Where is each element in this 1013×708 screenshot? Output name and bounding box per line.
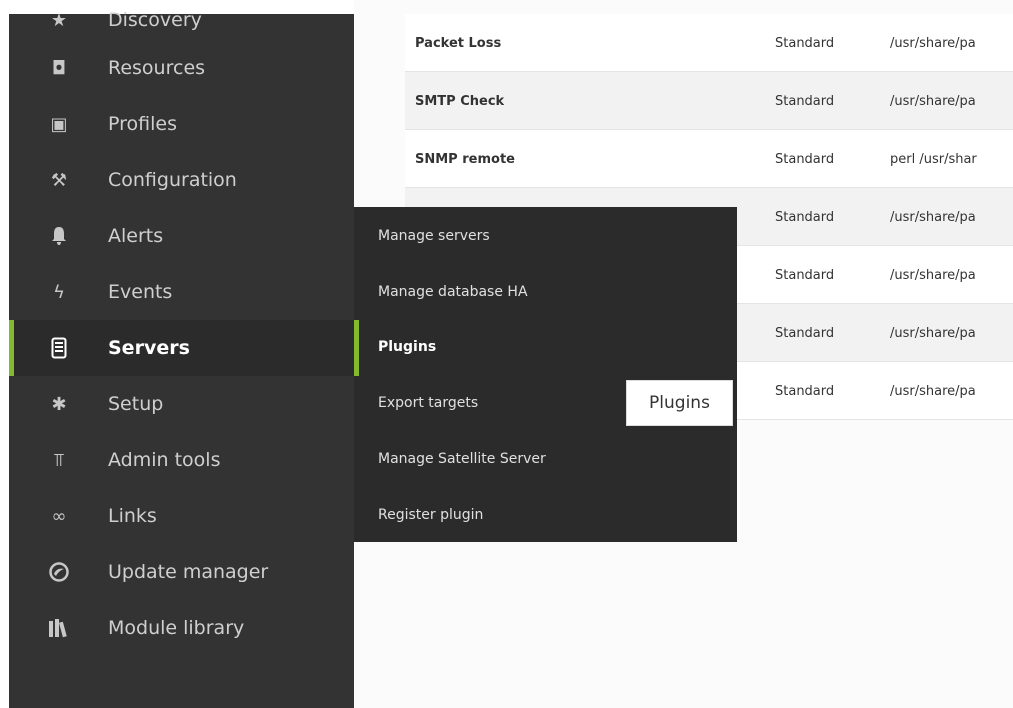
plugin-command: /usr/share/pa — [890, 94, 976, 109]
plugin-command: perl /usr/shar — [890, 152, 977, 167]
plugin-command: /usr/share/pa — [890, 268, 976, 283]
sidebar-item-alerts[interactable]: Alerts — [9, 208, 354, 264]
plugin-name[interactable]: Packet Loss — [415, 36, 501, 51]
active-indicator — [9, 320, 14, 376]
sidebar-item-label: Configuration — [108, 169, 237, 191]
sidebar-item-label: Discovery — [108, 9, 202, 31]
profile-icon: ▣ — [50, 113, 68, 135]
resources-icon: ◘ — [51, 57, 67, 79]
table-row[interactable]: Packet Loss Standard /usr/share/pa — [405, 14, 1013, 72]
table-row[interactable]: SNMP remote Standard perl /usr/shar — [405, 130, 1013, 188]
link-icon: ∞ — [51, 505, 67, 527]
left-margin — [0, 0, 9, 708]
sidebar-item-label: Events — [108, 281, 173, 303]
submenu-item-label: Manage database HA — [378, 284, 528, 300]
plugin-type: Standard — [775, 94, 835, 109]
plugin-type: Standard — [775, 268, 835, 283]
sidebar-item-resources[interactable]: ◘ Resources — [9, 40, 354, 96]
submenu-item-label: Register plugin — [378, 507, 484, 523]
gear-icon: ✱ — [51, 393, 67, 415]
submenu-item-manage-database-ha[interactable]: Manage database HA — [354, 265, 737, 321]
sidebar-menu: ★ Discovery ◘ Resources ▣ Profiles ⚒ Con… — [9, 9, 354, 708]
plugin-name[interactable]: SNMP remote — [415, 152, 515, 167]
submenu-item-label: Manage Satellite Server — [378, 451, 546, 467]
submenu-item-manage-satellite-server[interactable]: Manage Satellite Server — [354, 432, 737, 488]
plugin-type: Standard — [775, 210, 835, 225]
sidebar-item-admin-tools[interactable]: ⫪ Admin tools — [9, 432, 354, 488]
lightning-icon: ϟ — [53, 281, 65, 303]
servers-submenu: Manage servers Manage database HA Plugin… — [354, 207, 737, 542]
active-indicator — [354, 320, 359, 376]
sidebar-item-label: Alerts — [108, 225, 164, 247]
sidebar-item-profiles[interactable]: ▣ Profiles — [9, 96, 354, 152]
plugin-name[interactable]: SMTP Check — [415, 94, 504, 109]
sidebar-item-update-manager[interactable]: Update manager — [9, 544, 354, 600]
admin-tools-icon: ⫪ — [53, 449, 65, 471]
sidebar-item-label: Setup — [108, 393, 164, 415]
submenu-item-label: Manage servers — [378, 228, 490, 244]
sidebar-item-module-library[interactable]: Module library — [9, 600, 354, 656]
tooltip: Plugins — [626, 380, 733, 426]
sidebar-item-setup[interactable]: ✱ Setup — [9, 376, 354, 432]
submenu-item-plugins[interactable]: Plugins — [354, 320, 737, 376]
sidebar-item-label: Links — [108, 505, 157, 527]
update-icon — [47, 560, 71, 584]
table-row[interactable]: SMTP Check Standard /usr/share/pa — [405, 72, 1013, 130]
plugin-type: Standard — [775, 36, 835, 51]
plugin-command: /usr/share/pa — [890, 384, 976, 399]
sidebar-item-label: Resources — [108, 57, 206, 79]
sidebar-item-events[interactable]: ϟ Events — [9, 264, 354, 320]
sidebar-item-label: Update manager — [108, 561, 269, 583]
submenu-item-label: Export targets — [378, 395, 479, 411]
submenu-item-label: Plugins — [378, 339, 437, 355]
sidebar-item-label: Profiles — [108, 113, 177, 135]
plugin-command: /usr/share/pa — [890, 36, 976, 51]
plugin-type: Standard — [775, 384, 835, 399]
star-icon: ★ — [50, 9, 68, 31]
plugin-command: /usr/share/pa — [890, 326, 976, 341]
bell-icon — [47, 224, 71, 248]
sidebar-item-configuration[interactable]: ⚒ Configuration — [9, 152, 354, 208]
plugin-command: /usr/share/pa — [890, 210, 976, 225]
server-icon — [47, 336, 71, 360]
sidebar-item-label: Servers — [108, 337, 190, 359]
plugin-type: Standard — [775, 326, 835, 341]
submenu-item-manage-servers[interactable]: Manage servers — [354, 209, 737, 265]
submenu-item-register-plugin[interactable]: Register plugin — [354, 488, 737, 544]
sidebar-item-label: Module library — [108, 617, 245, 639]
library-icon — [47, 616, 71, 640]
sidebar-item-links[interactable]: ∞ Links — [9, 488, 354, 544]
sidebar-item-servers[interactable]: Servers — [9, 320, 354, 376]
wrench-icon: ⚒ — [50, 169, 68, 191]
plugin-type: Standard — [775, 152, 835, 167]
sidebar-item-label: Admin tools — [108, 449, 221, 471]
